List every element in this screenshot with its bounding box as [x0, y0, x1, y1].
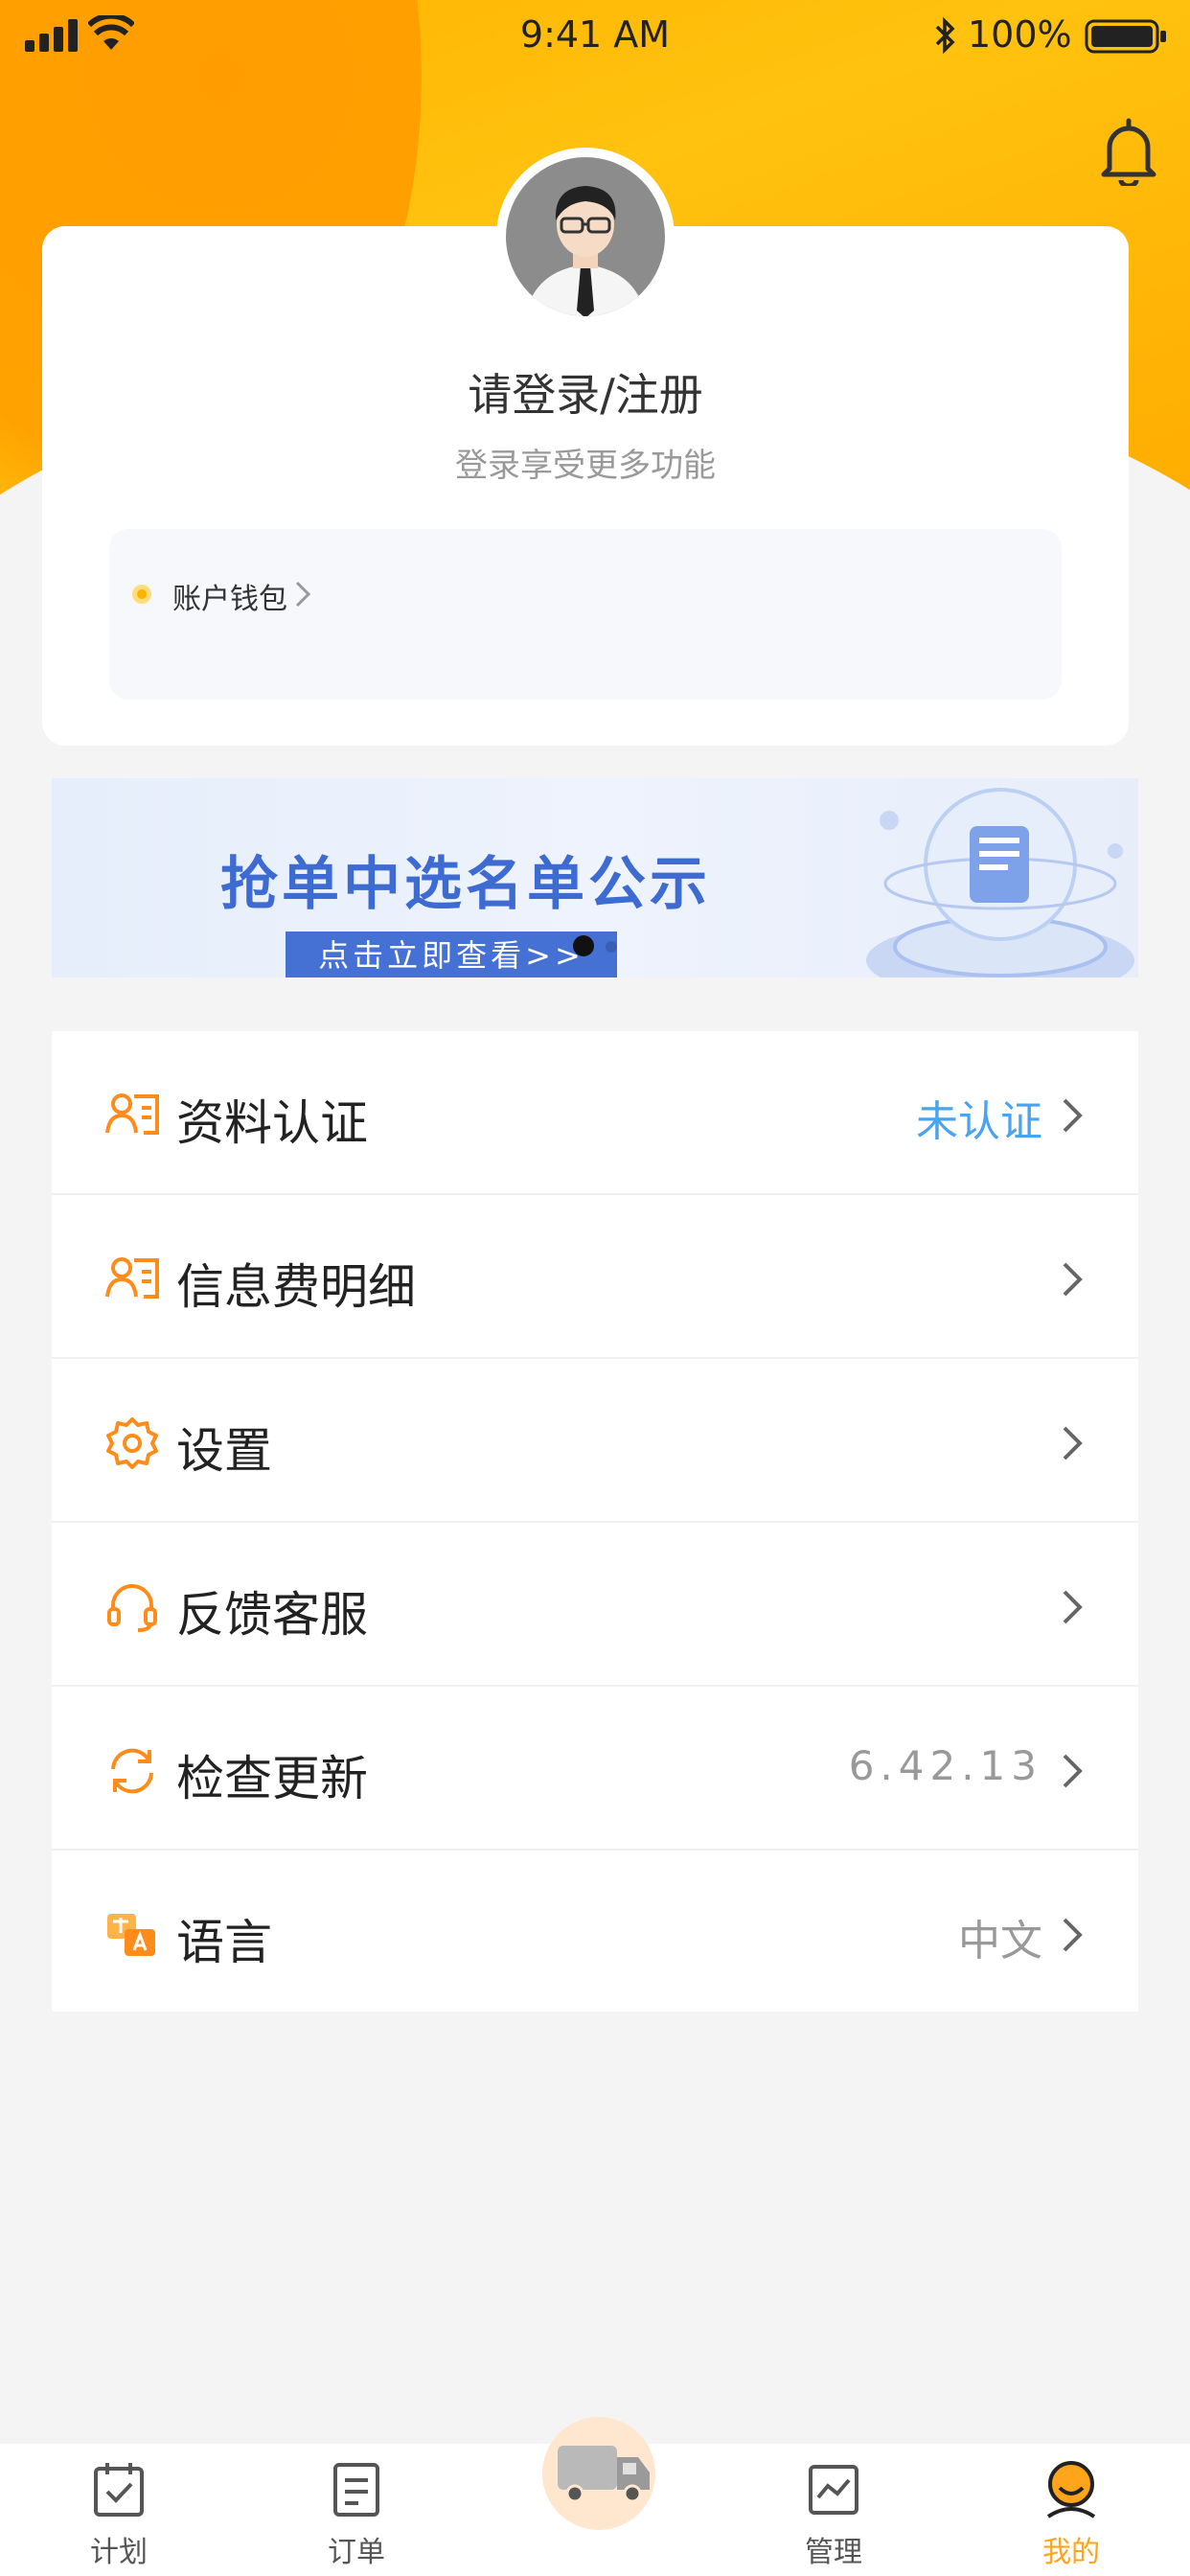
gear-icon	[106, 1417, 158, 1469]
refresh-icon	[111, 1748, 153, 1794]
account-wallet-link[interactable]: 账户钱包	[172, 575, 287, 617]
chevron-right-icon	[1063, 1262, 1083, 1297]
chevron-right-icon[interactable]	[291, 577, 314, 611]
document-icon	[333, 2463, 379, 2517]
chart-icon	[809, 2465, 858, 2515]
tab-mine[interactable]: 我的	[995, 2444, 1148, 2576]
battery-percent: 100%	[968, 13, 1072, 56]
tab-label: 计划	[90, 2536, 148, 2569]
tab-label: 我的	[1042, 2536, 1100, 2569]
menu-label: 检查更新	[176, 1751, 368, 1806]
battery-icon	[1085, 19, 1166, 54]
wallet-dot-icon	[132, 585, 151, 604]
tab-label: 订单	[328, 2536, 385, 2569]
id-card-icon	[105, 1257, 159, 1299]
id-card-icon	[105, 1093, 159, 1135]
chevron-right-icon	[1063, 1426, 1083, 1460]
user-icon	[1046, 2461, 1096, 2518]
banner-title: 抢单中选名单公示	[220, 851, 711, 918]
bluetooth-icon	[935, 16, 955, 55]
login-register-link[interactable]: 请登录/注册	[42, 360, 1129, 424]
tab-center-truck[interactable]	[542, 2417, 655, 2530]
translate-icon	[107, 1914, 155, 1956]
app-version: 6.42.13	[848, 1742, 1042, 1789]
menu-label: 设置	[176, 1423, 272, 1479]
menu-item-verification[interactable]: 资料认证 未认证	[52, 1031, 1138, 1195]
menu-item-settings[interactable]: 设置	[52, 1359, 1138, 1523]
tab-orders[interactable]: 订单	[280, 2444, 433, 2576]
menu-item-feedback[interactable]: 反馈客服	[52, 1523, 1138, 1687]
menu-item-check-update[interactable]: 检查更新 6.42.13	[52, 1687, 1138, 1851]
calendar-check-icon	[94, 2463, 144, 2517]
status-bar: 9:41 AM 100%	[0, 0, 1190, 77]
truck-icon	[558, 2446, 650, 2503]
menu-item-fee-details[interactable]: 信息费明细	[52, 1195, 1138, 1359]
default-avatar-icon	[506, 157, 665, 316]
clipboard-illustration-icon	[866, 788, 1134, 978]
tab-label: 管理	[805, 2536, 862, 2569]
menu-label: 信息费明细	[176, 1259, 416, 1315]
notification-bell-icon[interactable]	[1098, 117, 1159, 186]
menu-label: 语言	[176, 1915, 272, 1970]
promo-banner[interactable]: 抢单中选名单公示 点击立即查看>>	[52, 778, 1138, 978]
banner-view-button[interactable]: 点击立即查看>>	[286, 932, 617, 978]
carousel-dot-active[interactable]	[573, 935, 594, 956]
verification-status: 未认证	[916, 1097, 1042, 1146]
chevron-right-icon	[1063, 1918, 1083, 1952]
avatar[interactable]	[496, 148, 675, 326]
menu-label: 反馈客服	[176, 1587, 368, 1643]
tab-plan[interactable]: 计划	[42, 2444, 195, 2576]
menu-list: 资料认证 未认证 信息费明细 设置 反馈客服 检查更新 6.42.13 语言 中…	[52, 1031, 1138, 2012]
chevron-right-icon	[1063, 1098, 1083, 1133]
language-value: 中文	[958, 1917, 1042, 1966]
menu-item-language[interactable]: 语言 中文	[52, 1851, 1138, 2012]
carousel-dot[interactable]	[606, 941, 617, 953]
menu-label: 资料认证	[176, 1095, 368, 1151]
chevron-right-icon	[1063, 1754, 1083, 1788]
login-subtitle: 登录享受更多功能	[455, 447, 716, 485]
wallet-section: 账户钱包	[109, 529, 1062, 700]
tab-manage[interactable]: 管理	[757, 2444, 910, 2576]
chevron-right-icon	[1063, 1590, 1083, 1624]
headset-icon	[107, 1584, 157, 1632]
